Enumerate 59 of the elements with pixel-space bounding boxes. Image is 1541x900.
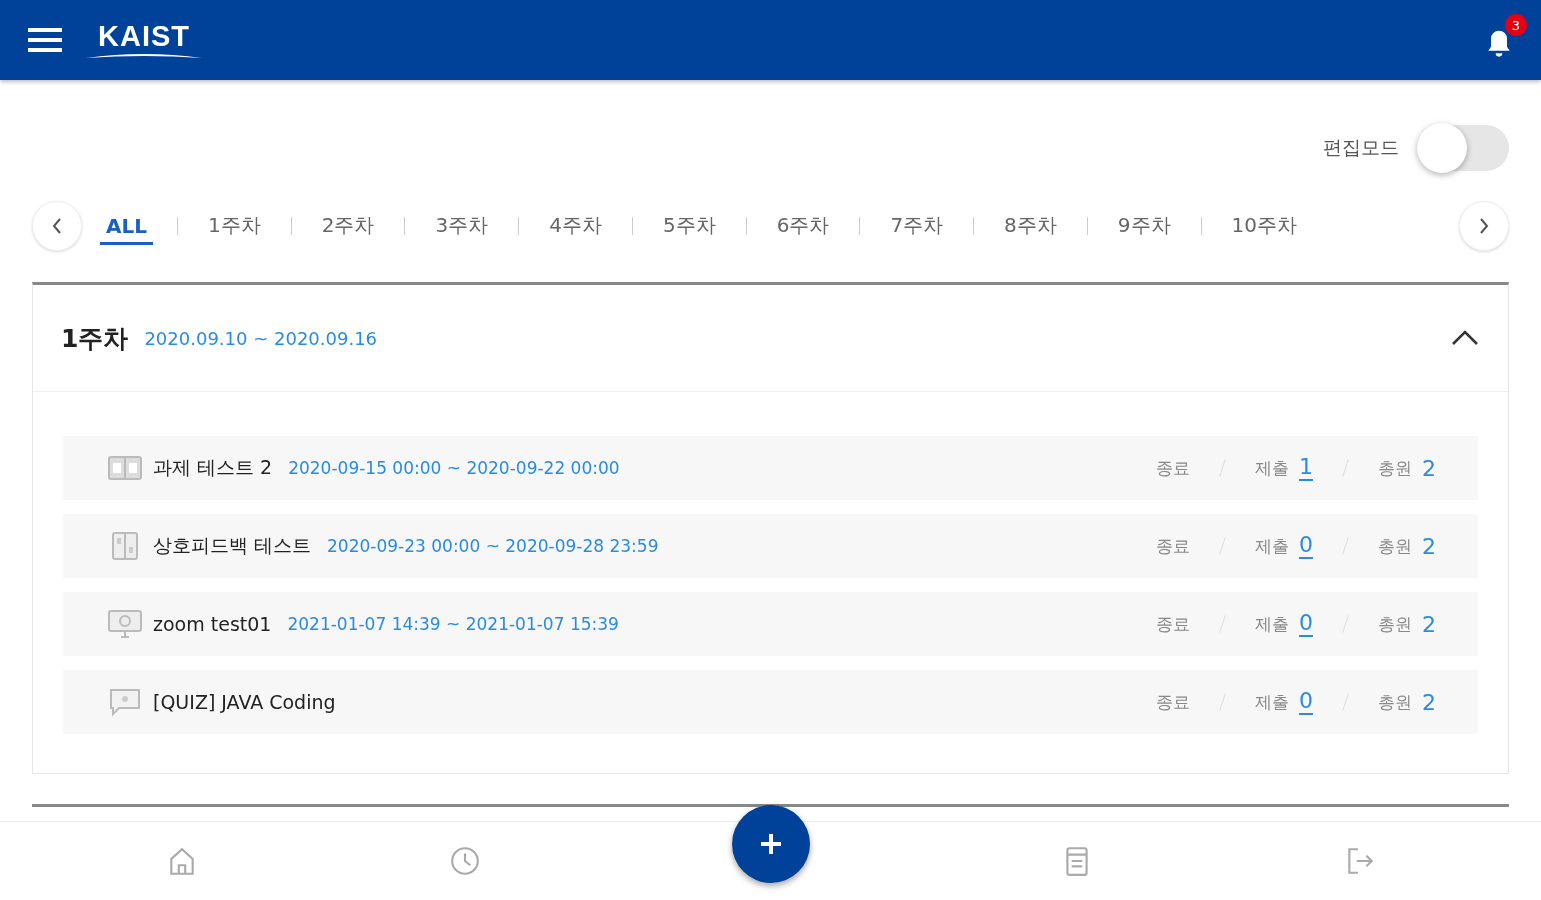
status-label: 종료: [1156, 690, 1190, 714]
submitted-label: 제출: [1255, 612, 1289, 636]
activity-title[interactable]: zoom test01: [153, 613, 272, 635]
submitted-label: 제출: [1255, 456, 1289, 480]
submitted-count[interactable]: 0: [1299, 611, 1313, 637]
activity-period: 2020-09-15 00:00 ~ 2020-09-22 00:00: [288, 458, 620, 478]
week-tab[interactable]: 5주차: [656, 206, 722, 246]
status-label: 종료: [1156, 456, 1190, 480]
activity-row[interactable]: 상호피드백 테스트 2020-09-23 00:00 ~ 2020-09-28 23:59 종료 제출 0 총원 2: [63, 514, 1478, 578]
activity-period: 2020-09-23 00:00 ~ 2020-09-28 23:59: [327, 536, 659, 556]
activity-period: 2021-01-07 14:39 ~ 2021-01-07 15:39: [287, 614, 619, 634]
status-label: 종료: [1156, 612, 1190, 636]
week-tab[interactable]: 1주차: [201, 206, 267, 246]
activity-title[interactable]: 상호피드백 테스트: [153, 533, 312, 559]
total-count: 2: [1422, 533, 1436, 559]
book-icon: [107, 453, 143, 483]
chevron-right-icon: [1478, 216, 1490, 236]
total-count: 2: [1422, 611, 1436, 637]
submitted-count[interactable]: 0: [1299, 533, 1313, 559]
speech-bubble-icon: [107, 687, 143, 717]
week-tab[interactable]: 2주차: [315, 206, 381, 246]
edit-mode-label: 편집모드: [1323, 135, 1399, 160]
week-tab[interactable]: 3주차: [429, 206, 495, 246]
total-label: 총원: [1378, 456, 1412, 480]
submitted-count[interactable]: 0: [1299, 689, 1313, 715]
activity-row[interactable]: zoom test01 2021-01-07 14:39 ~ 2021-01-07 15:39 종료 제출 0 총원 2: [63, 592, 1478, 656]
total-label: 총원: [1378, 534, 1412, 558]
week-tab[interactable]: 7주차: [884, 206, 950, 246]
total-label: 총원: [1378, 690, 1412, 714]
submitted-label: 제출: [1255, 534, 1289, 558]
previous-button[interactable]: [32, 201, 82, 251]
chevron-icon[interactable]: [1450, 329, 1480, 347]
week-tab[interactable]: 9주차: [1111, 206, 1177, 246]
clock-icon[interactable]: [448, 845, 481, 877]
week-tab[interactable]: 8주차: [998, 206, 1063, 246]
total-count: 2: [1422, 689, 1436, 715]
submitted-count[interactable]: 1: [1299, 455, 1313, 481]
week-tab[interactable]: 10주차: [1225, 206, 1304, 246]
notification-badge: 3: [1505, 14, 1527, 36]
next-button[interactable]: [1459, 201, 1509, 251]
monitor-icon: [107, 609, 143, 639]
week-title: 1주차: [61, 322, 129, 355]
week-tab[interactable]: ALL: [100, 207, 153, 245]
week-period: 2020.09.10 ~ 2020.09.16: [144, 327, 378, 349]
activity-title[interactable]: [QUIZ] JAVA Coding: [153, 691, 336, 713]
submitted-label: 제출: [1255, 690, 1289, 714]
activity-row[interactable]: [QUIZ] JAVA Coding 종료 제출 0 총원 2: [63, 670, 1478, 734]
edit-mode-toggle[interactable]: [1417, 125, 1509, 171]
week-tab[interactable]: 6주차: [770, 206, 836, 246]
chevron-left-icon: [51, 216, 63, 236]
activity-title[interactable]: 과제 테스트 2: [153, 455, 273, 481]
logo[interactable]: KAIST: [84, 20, 204, 60]
menu-icon[interactable]: [28, 26, 62, 54]
total-label: 총원: [1378, 612, 1412, 636]
week-tab[interactable]: 4주차: [543, 206, 608, 246]
add-button[interactable]: [731, 805, 810, 883]
total-count: 2: [1422, 455, 1436, 481]
status-label: 종료: [1156, 534, 1190, 558]
activity-row[interactable]: 과제 테스트 2 2020-09-15 00:00 ~ 2020-09-22 00:00 종료 제출 1 총원 2: [63, 436, 1478, 500]
